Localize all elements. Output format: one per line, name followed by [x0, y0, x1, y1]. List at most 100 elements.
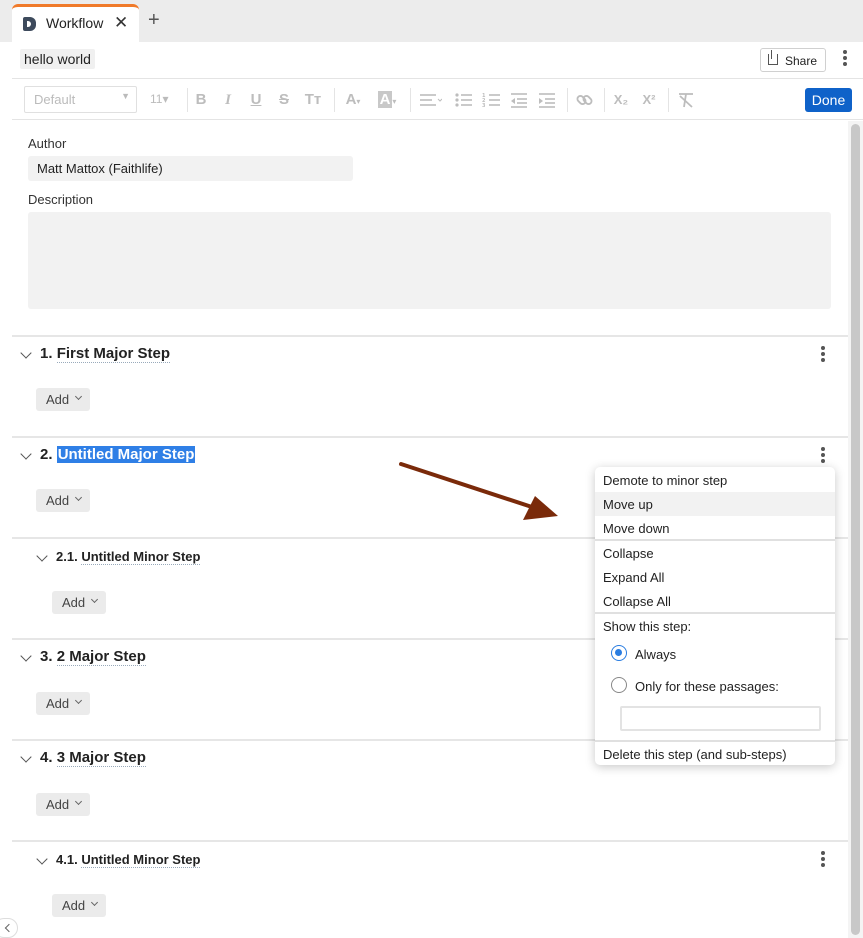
- radio-only-passages[interactable]: [611, 677, 627, 693]
- step-context-menu: Demote to minor step Move up Move down C…: [595, 467, 835, 765]
- menu-item-move-down[interactable]: Move down: [595, 516, 835, 540]
- tab-workflow[interactable]: Workflow ✕: [12, 4, 139, 42]
- outdent-icon[interactable]: [509, 90, 529, 110]
- step-options-icon[interactable]: [816, 447, 830, 467]
- radio-only-passages-label: Only for these passages:: [635, 679, 779, 694]
- scrollbar-thumb[interactable]: [851, 124, 860, 935]
- section-divider: [12, 335, 848, 337]
- radio-always[interactable]: [611, 645, 627, 661]
- step-title[interactable]: 1. First Major Step: [40, 345, 171, 363]
- font-size-select[interactable]: 11▾: [150, 92, 169, 106]
- font-family-select[interactable]: Default ▼: [24, 86, 137, 113]
- chevron-down-icon[interactable]: [36, 853, 48, 865]
- menu-item-expand-all[interactable]: Expand All: [595, 565, 835, 589]
- chevron-down-icon: [74, 392, 83, 401]
- add-tab-icon[interactable]: +: [148, 10, 160, 30]
- highlight-glyph: A: [377, 91, 393, 108]
- author-label: Author: [28, 136, 67, 151]
- svg-text:3: 3: [482, 103, 486, 109]
- step-number: 4.1.: [56, 852, 78, 867]
- italic-icon[interactable]: I: [219, 90, 237, 110]
- author-field[interactable]: Matt Mattox (Faithlife): [28, 156, 353, 181]
- step-number: 2.1.: [56, 549, 78, 564]
- font-color-icon[interactable]: A▾: [341, 90, 365, 110]
- formatting-toolbar: Default ▼ 11▾ B I U S Tт A▾ A ▾ 123 X₂ X²…: [12, 78, 863, 120]
- step-options-icon[interactable]: [816, 346, 830, 366]
- subscript-icon[interactable]: X₂: [610, 90, 632, 110]
- chevron-down-icon: [74, 696, 83, 705]
- bulleted-list-icon[interactable]: [454, 90, 474, 110]
- highlight-color-icon[interactable]: A ▾: [373, 90, 401, 110]
- add-label: Add: [46, 696, 70, 711]
- vertical-scrollbar[interactable]: [848, 121, 863, 938]
- tab-label: Workflow: [46, 15, 104, 31]
- radio-always-label: Always: [635, 647, 677, 662]
- document-title[interactable]: hello world: [20, 49, 95, 69]
- chevron-down-icon[interactable]: [20, 448, 32, 460]
- share-icon: [768, 50, 778, 65]
- align-left-icon[interactable]: [418, 90, 442, 110]
- menu-item-collapse[interactable]: Collapse: [595, 541, 835, 565]
- step-title[interactable]: 4. 3 Major Step: [40, 749, 146, 767]
- passages-input[interactable]: [620, 706, 821, 731]
- section-divider: [12, 436, 848, 438]
- step-title[interactable]: 3. 2 Major Step: [40, 648, 146, 666]
- title-bar: hello world Share: [0, 42, 863, 78]
- numbered-list-icon[interactable]: 123: [482, 90, 502, 110]
- strikethrough-icon[interactable]: S: [275, 90, 293, 110]
- add-button[interactable]: Add: [36, 692, 90, 715]
- tab-bar: Workflow ✕ +: [0, 0, 863, 42]
- add-button[interactable]: Add: [36, 793, 90, 816]
- text-case-icon[interactable]: Tт: [302, 90, 324, 110]
- font-size-value: 11: [150, 92, 163, 106]
- step-name: Untitled Minor Step: [81, 549, 201, 565]
- add-label: Add: [46, 493, 70, 508]
- step-title[interactable]: 2. Untitled Major Step: [40, 446, 196, 463]
- menu-item-move-up[interactable]: Move up: [595, 492, 835, 516]
- chevron-down-icon[interactable]: [36, 550, 48, 562]
- chevron-down-icon: ▼: [121, 91, 130, 101]
- step-name: First Major Step: [56, 345, 171, 363]
- clear-formatting-icon[interactable]: [676, 90, 696, 110]
- section-divider: [12, 840, 848, 842]
- add-button[interactable]: Add: [36, 388, 90, 411]
- superscript-icon[interactable]: X²: [638, 90, 660, 110]
- step-title[interactable]: 2.1. Untitled Minor Step: [56, 549, 201, 565]
- font-color-glyph: A: [345, 91, 357, 108]
- share-button[interactable]: Share: [760, 48, 826, 72]
- step-options-icon[interactable]: [816, 851, 830, 871]
- more-options-icon[interactable]: [838, 50, 852, 70]
- toolbar-divider: [668, 88, 669, 112]
- indent-icon[interactable]: [537, 90, 557, 110]
- annotation-arrow: [399, 462, 558, 520]
- show-step-label: Show this step:: [603, 619, 692, 634]
- add-label: Add: [46, 797, 70, 812]
- chevron-down-icon: [74, 797, 83, 806]
- chevron-down-icon: [90, 898, 99, 907]
- step-number: 1.: [40, 345, 53, 362]
- link-icon[interactable]: [575, 90, 595, 110]
- chevron-down-icon[interactable]: [20, 650, 32, 662]
- add-button[interactable]: Add: [36, 489, 90, 512]
- menu-item-delete-step[interactable]: Delete this step (and sub-steps): [595, 742, 835, 766]
- chevron-down-icon[interactable]: [20, 347, 32, 359]
- chevron-down-icon[interactable]: [20, 751, 32, 763]
- done-button[interactable]: Done: [805, 88, 852, 112]
- step-name: Untitled Major Step: [56, 446, 196, 463]
- share-label: Share: [785, 54, 818, 68]
- menu-item-demote[interactable]: Demote to minor step: [595, 468, 835, 492]
- toolbar-divider: [604, 88, 605, 112]
- step-number: 4.: [40, 749, 53, 766]
- add-button[interactable]: Add: [52, 894, 106, 917]
- toolbar-divider: [410, 88, 411, 112]
- step-name: 3 Major Step: [56, 749, 146, 767]
- add-label: Add: [46, 392, 70, 407]
- menu-item-collapse-all[interactable]: Collapse All: [595, 589, 835, 613]
- bold-icon[interactable]: B: [192, 90, 210, 110]
- description-field[interactable]: [28, 212, 831, 309]
- step-title[interactable]: 4.1. Untitled Minor Step: [56, 852, 201, 868]
- close-icon[interactable]: ✕: [114, 13, 128, 33]
- underline-icon[interactable]: U: [247, 90, 265, 110]
- add-button[interactable]: Add: [52, 591, 106, 614]
- chevron-down-icon: [90, 595, 99, 604]
